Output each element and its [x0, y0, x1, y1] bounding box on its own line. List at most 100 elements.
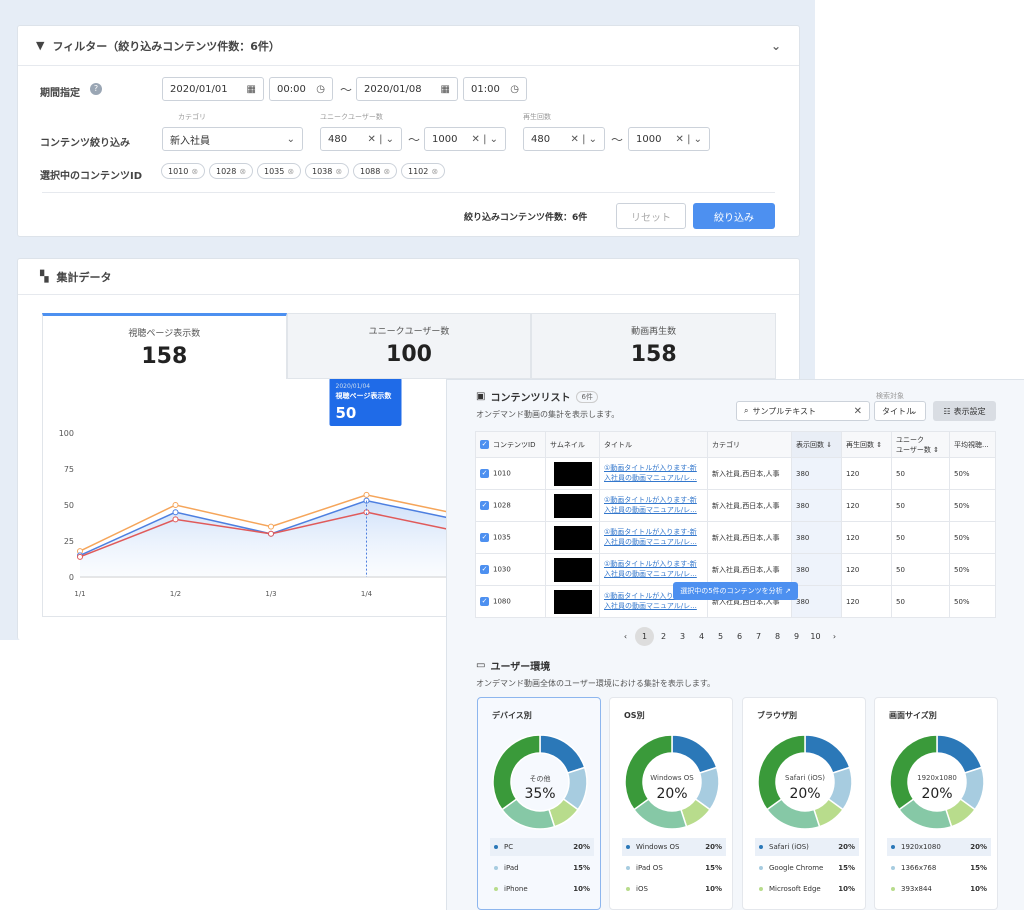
selected-id-chip[interactable]: 1088 ⊗	[353, 163, 398, 179]
legend-row[interactable]: 393x844 10%	[887, 880, 991, 898]
y-tick-label: 50	[64, 501, 74, 510]
data-point[interactable]	[172, 516, 179, 523]
search-target-select[interactable]: タイトル ⌄	[874, 401, 926, 421]
metric-tab[interactable]: ユニークユーザー数 100	[286, 313, 532, 379]
env-card[interactable]: OS別 Windows OS 20% Windows OS 20% iPad OS 15% i…	[609, 697, 733, 910]
next-page-button[interactable]: ›	[825, 627, 844, 646]
legend-row[interactable]: Google Chrome 15%	[755, 859, 859, 877]
page-button[interactable]: 4	[692, 627, 711, 646]
apply-filter-button[interactable]: 絞り込み	[693, 203, 775, 229]
metric-tab[interactable]: 視聴ページ表示数 158	[42, 313, 287, 379]
legend-name: Safari (iOS)	[769, 843, 809, 851]
legend-row[interactable]: iPhone 10%	[490, 880, 594, 898]
remove-chip-icon[interactable]: ⊗	[191, 167, 198, 176]
row-checkbox[interactable]: ✓	[480, 501, 489, 510]
analyze-selected-button[interactable]: 選択中の5件のコンテンツを分析 ↗	[673, 582, 798, 600]
filter-header[interactable]: ▼ フィルター（絞り込みコンテンツ件数：6件） ⌄	[18, 26, 799, 66]
data-point[interactable]	[363, 491, 370, 498]
time-to-input[interactable]: 01:00 ◷	[463, 77, 527, 101]
legend-row[interactable]: Safari (iOS) 20%	[755, 838, 859, 856]
page-button[interactable]: 6	[730, 627, 749, 646]
table-row[interactable]: ✓ 1035 ①動画タイトルが入ります-新入社員の動画マニュアル/レ... 新入社員,…	[475, 521, 996, 554]
play-max-select[interactable]: 1000 ✕ | ⌄	[628, 127, 710, 151]
page-button[interactable]: 10	[806, 627, 825, 646]
play-min-select[interactable]: 480 ✕ | ⌄	[523, 127, 605, 151]
column-header[interactable]: 再生回数 ⇕	[841, 431, 892, 458]
selected-id-chip[interactable]: 1038 ⊗	[305, 163, 350, 179]
env-card-title: ブラウザ別	[757, 711, 797, 720]
column-header[interactable]: カテゴリ	[707, 431, 792, 458]
remove-chip-icon[interactable]: ⊗	[239, 167, 246, 176]
data-point[interactable]	[172, 509, 179, 516]
category-select[interactable]: 新入社員 ⌄	[162, 127, 303, 151]
legend-row[interactable]: Windows OS 20%	[622, 838, 726, 856]
plays-cell: 120	[841, 553, 892, 586]
page-button[interactable]: 5	[711, 627, 730, 646]
legend-row[interactable]: iPad 15%	[490, 859, 594, 877]
data-point[interactable]	[268, 530, 274, 537]
remove-chip-icon[interactable]: ⊗	[383, 167, 390, 176]
date-from-input[interactable]: 2020/01/01 ▦	[162, 77, 264, 101]
reset-button[interactable]: リセット	[616, 203, 686, 229]
data-point[interactable]	[268, 523, 274, 530]
row-checkbox[interactable]: ✓	[480, 565, 489, 574]
column-header[interactable]: タイトル	[599, 431, 708, 458]
table-row[interactable]: ✓ 1028 ①動画タイトルが入ります-新入社員の動画マニュアル/レ... 新入社員,…	[475, 489, 996, 522]
column-header[interactable]: サムネイル	[545, 431, 600, 458]
legend-row[interactable]: 1366x768 15%	[887, 859, 991, 877]
page-button[interactable]: 1	[635, 627, 654, 646]
title-link[interactable]: ①動画タイトルが入ります-新入社員の動画マニュアル/レ...	[599, 553, 708, 586]
selected-id-chip[interactable]: 1035 ⊗	[257, 163, 302, 179]
column-header[interactable]: ✓ コンテンツID	[475, 431, 546, 458]
data-point[interactable]	[172, 502, 179, 508]
env-card[interactable]: デバイス別 その他 35% PC 20% iPad 15% iPhone 10%	[477, 697, 601, 910]
column-header[interactable]: 平均視聴...	[949, 431, 996, 458]
page-button[interactable]: 3	[673, 627, 692, 646]
prev-page-button[interactable]: ‹	[616, 627, 635, 646]
legend-value: 10%	[838, 885, 855, 893]
uu-max-select[interactable]: 1000 ✕ | ⌄	[424, 127, 506, 151]
search-input[interactable]: ⌕ サンプルテキスト ✕	[736, 401, 870, 421]
remove-chip-icon[interactable]: ⊗	[287, 167, 294, 176]
time-from-input[interactable]: 00:00 ◷	[269, 77, 333, 101]
data-point[interactable]	[77, 553, 83, 560]
legend-row[interactable]: PC 20%	[490, 838, 594, 856]
donut-slice[interactable]	[804, 734, 851, 774]
legend-row[interactable]: iPad OS 15%	[622, 859, 726, 877]
page-button[interactable]: 9	[787, 627, 806, 646]
row-checkbox[interactable]: ✓	[480, 533, 489, 542]
date-to-input[interactable]: 2020/01/08 ▦	[356, 77, 458, 101]
donut-slice[interactable]	[936, 734, 983, 774]
column-header[interactable]: 表示回数 ⇓	[791, 431, 842, 458]
select-all-checkbox[interactable]: ✓	[480, 440, 489, 449]
column-header[interactable]: ユニーク ユーザー数 ⇕	[891, 431, 950, 458]
env-card[interactable]: 画面サイズ別 1920x1080 20% 1920x1080 20% 1366x768 15…	[874, 697, 998, 910]
selected-id-chip[interactable]: 1028 ⊗	[209, 163, 254, 179]
table-row[interactable]: ✓ 1030 ①動画タイトルが入ります-新入社員の動画マニュアル/レ... 新入社員,…	[475, 553, 996, 586]
selected-id-chip[interactable]: 1102 ⊗	[401, 163, 446, 179]
chevron-down-icon[interactable]: ⌄	[771, 39, 781, 53]
donut-slice[interactable]	[671, 734, 718, 774]
env-card[interactable]: ブラウザ別 Safari (iOS) 20% Safari (iOS) 20% Googl…	[742, 697, 866, 910]
uu-min-select[interactable]: 480 ✕ | ⌄	[320, 127, 402, 151]
title-link[interactable]: ①動画タイトルが入ります-新入社員の動画マニュアル/レ...	[599, 521, 708, 554]
help-icon[interactable]: ?	[90, 83, 102, 95]
display-settings-button[interactable]: ☷ 表示設定	[933, 401, 996, 421]
page-button[interactable]: 2	[654, 627, 673, 646]
remove-chip-icon[interactable]: ⊗	[431, 167, 438, 176]
metric-tab[interactable]: 動画再生数 158	[531, 313, 777, 379]
selected-id-chip[interactable]: 1010 ⊗	[161, 163, 206, 179]
table-row[interactable]: ✓ 1010 ①動画タイトルが入ります-新入社員の動画マニュアル/レ... 新入社員,…	[475, 457, 996, 490]
row-checkbox[interactable]: ✓	[480, 469, 489, 478]
row-checkbox[interactable]: ✓	[480, 597, 489, 606]
page-button[interactable]: 8	[768, 627, 787, 646]
remove-chip-icon[interactable]: ⊗	[335, 167, 342, 176]
legend-row[interactable]: 1920x1080 20%	[887, 838, 991, 856]
page-button[interactable]: 7	[749, 627, 768, 646]
legend-row[interactable]: iOS 10%	[622, 880, 726, 898]
clear-icon[interactable]: ✕	[854, 406, 862, 417]
title-link[interactable]: ①動画タイトルが入ります-新入社員の動画マニュアル/レ...	[599, 457, 708, 490]
title-link[interactable]: ①動画タイトルが入ります-新入社員の動画マニュアル/レ...	[599, 489, 708, 522]
donut-slice[interactable]	[539, 734, 586, 774]
legend-row[interactable]: Microsoft Edge 10%	[755, 880, 859, 898]
